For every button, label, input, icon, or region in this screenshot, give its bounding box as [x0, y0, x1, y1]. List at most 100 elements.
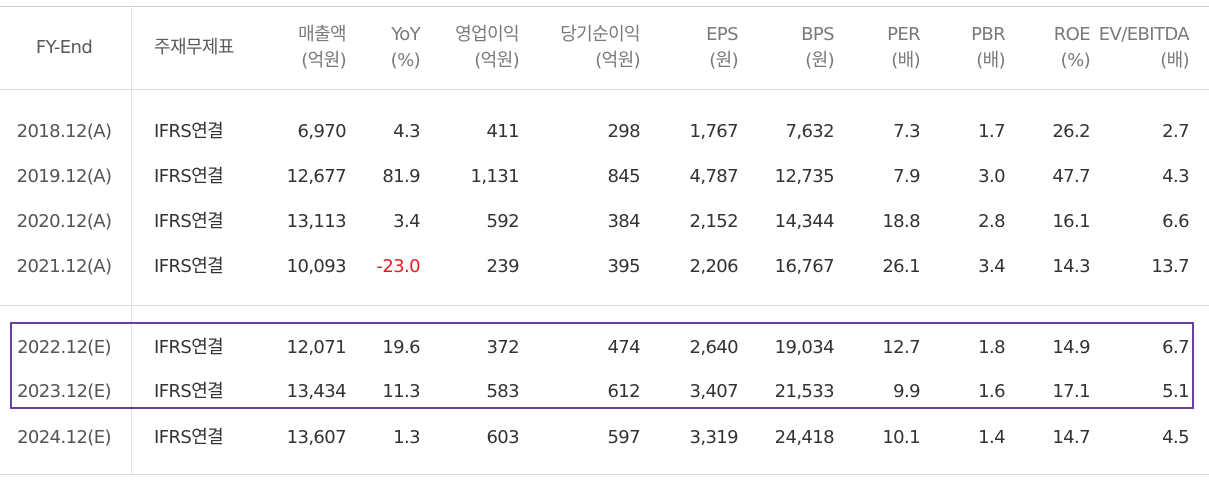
cell-bps: 14,344: [774, 211, 835, 232]
header-ev-ebitda-unit: (배): [1160, 50, 1189, 71]
header-per-title: PER: [887, 24, 921, 45]
header-eps: EPS (원): [650, 22, 738, 74]
column-divider-body: [131, 90, 132, 474]
header-eps-title: EPS: [706, 24, 738, 45]
header-bottom-rule: [0, 89, 1209, 90]
cell-net-income: 845: [607, 166, 640, 187]
cell-net-income: 298: [607, 121, 640, 142]
cell-bps: 12,735: [774, 166, 835, 187]
cell-sales: 12,677: [286, 166, 347, 187]
header-yoy: YoY (%): [340, 22, 421, 74]
cell-eps: 2,206: [689, 256, 738, 277]
cell-statement: IFRS연결: [154, 121, 224, 142]
cell-net-income: 597: [607, 427, 640, 448]
cell-pbr: 3.4: [978, 256, 1005, 277]
cell-operating-profit: 239: [486, 256, 519, 277]
cell-operating-profit: 1,131: [470, 166, 519, 187]
cell-roe: 14.7: [1052, 427, 1090, 448]
header-roe-unit: (%): [1060, 50, 1091, 71]
header-yoy-unit: (%): [390, 50, 421, 71]
header-bps: BPS (원): [740, 22, 834, 74]
header-net-income-unit: (억원): [595, 50, 640, 71]
header-sales: 매출액 (억원): [250, 22, 346, 74]
cell-operating-profit: 603: [486, 427, 519, 448]
cell-yoy: 81.9: [382, 166, 420, 187]
table-bottom-rule: [0, 474, 1209, 475]
header-statement: 주재무제표: [154, 35, 234, 61]
header-operating-profit-unit: (억원): [474, 50, 519, 71]
header-per-unit: (배): [891, 50, 920, 71]
header-operating-profit: 영업이익 (억원): [420, 22, 519, 74]
cell-eps: 1,767: [689, 121, 738, 142]
cell-statement: IFRS연결: [154, 166, 224, 187]
cell-ev-ebitda: 4.5: [1162, 427, 1189, 448]
cell-statement: IFRS연결: [154, 427, 224, 448]
cell-sales: 10,093: [286, 256, 347, 277]
cell-yoy: 4.3: [393, 121, 420, 142]
cell-pbr: 3.0: [978, 166, 1005, 187]
cell-pbr: 1.7: [978, 121, 1005, 142]
cell-eps: 3,319: [689, 427, 738, 448]
highlight-box: [10, 322, 1194, 409]
header-yoy-title: YoY: [391, 24, 420, 45]
cell-bps: 24,418: [774, 427, 835, 448]
header-sales-unit: (억원): [301, 50, 346, 71]
header-pbr-unit: (배): [976, 50, 1005, 71]
cell-fy-end: 2024.12(E): [17, 427, 111, 448]
header-net-income: 당기순이익 (억원): [520, 22, 640, 74]
header-bps-title: BPS: [801, 24, 834, 45]
cell-ev-ebitda: 2.7: [1162, 121, 1189, 142]
header-fy-end: FY-End: [20, 35, 108, 61]
header-fy-end-title: FY-End: [35, 37, 93, 58]
cell-ev-ebitda: 6.6: [1162, 211, 1189, 232]
cell-per: 26.1: [882, 256, 920, 277]
column-divider-header: [131, 7, 132, 89]
actual-estimate-divider: [0, 305, 1209, 306]
cell-ev-ebitda: 13.7: [1151, 256, 1189, 277]
cell-fy-end: 2021.12(A): [16, 256, 112, 277]
header-roe: ROE (%): [1010, 22, 1091, 74]
header-per: PER (배): [840, 22, 921, 74]
cell-per: 7.3: [893, 121, 920, 142]
cell-eps: 4,787: [689, 166, 738, 187]
header-sales-title: 매출액: [298, 24, 346, 45]
cell-yoy: 3.4: [393, 211, 420, 232]
cell-fy-end: 2019.12(A): [16, 166, 112, 187]
cell-ev-ebitda: 4.3: [1162, 166, 1189, 187]
cell-statement: IFRS연결: [154, 211, 224, 232]
cell-per: 18.8: [882, 211, 920, 232]
financial-summary-table: FY-End 주재무제표 매출액 (억원) YoY (%) 영업이익 (억원) …: [0, 0, 1209, 482]
cell-bps: 7,632: [785, 121, 834, 142]
header-ev-ebitda: EV/EBITDA (배): [1095, 22, 1190, 74]
cell-roe: 47.7: [1052, 166, 1090, 187]
table-top-rule: [0, 6, 1209, 7]
cell-eps: 2,152: [689, 211, 738, 232]
cell-sales: 13,113: [286, 211, 347, 232]
cell-statement: IFRS연결: [154, 256, 224, 277]
header-pbr: PBR (배): [925, 22, 1006, 74]
cell-roe: 26.2: [1052, 121, 1090, 142]
cell-net-income: 384: [607, 211, 640, 232]
cell-pbr: 2.8: [978, 211, 1005, 232]
cell-roe: 14.3: [1052, 256, 1090, 277]
header-eps-unit: (원): [709, 50, 738, 71]
cell-fy-end: 2018.12(A): [16, 121, 112, 142]
cell-fy-end: 2020.12(A): [16, 211, 112, 232]
cell-sales: 6,970: [297, 121, 346, 142]
cell-per: 7.9: [893, 166, 920, 187]
cell-pbr: 1.4: [978, 427, 1005, 448]
cell-operating-profit: 411: [486, 121, 519, 142]
header-ev-ebitda-title: EV/EBITDA: [1098, 24, 1190, 45]
cell-yoy-negative: -23.0: [376, 256, 420, 277]
header-roe-title: ROE: [1053, 24, 1091, 45]
header-statement-title: 주재무제표: [154, 37, 234, 58]
header-pbr-title: PBR: [971, 24, 1006, 45]
cell-per: 10.1: [882, 427, 920, 448]
cell-operating-profit: 592: [486, 211, 519, 232]
cell-bps: 16,767: [774, 256, 835, 277]
header-bps-unit: (원): [805, 50, 834, 71]
header-net-income-title: 당기순이익: [560, 24, 640, 45]
cell-net-income: 395: [607, 256, 640, 277]
cell-yoy: 1.3: [393, 427, 420, 448]
cell-sales: 13,607: [286, 427, 347, 448]
